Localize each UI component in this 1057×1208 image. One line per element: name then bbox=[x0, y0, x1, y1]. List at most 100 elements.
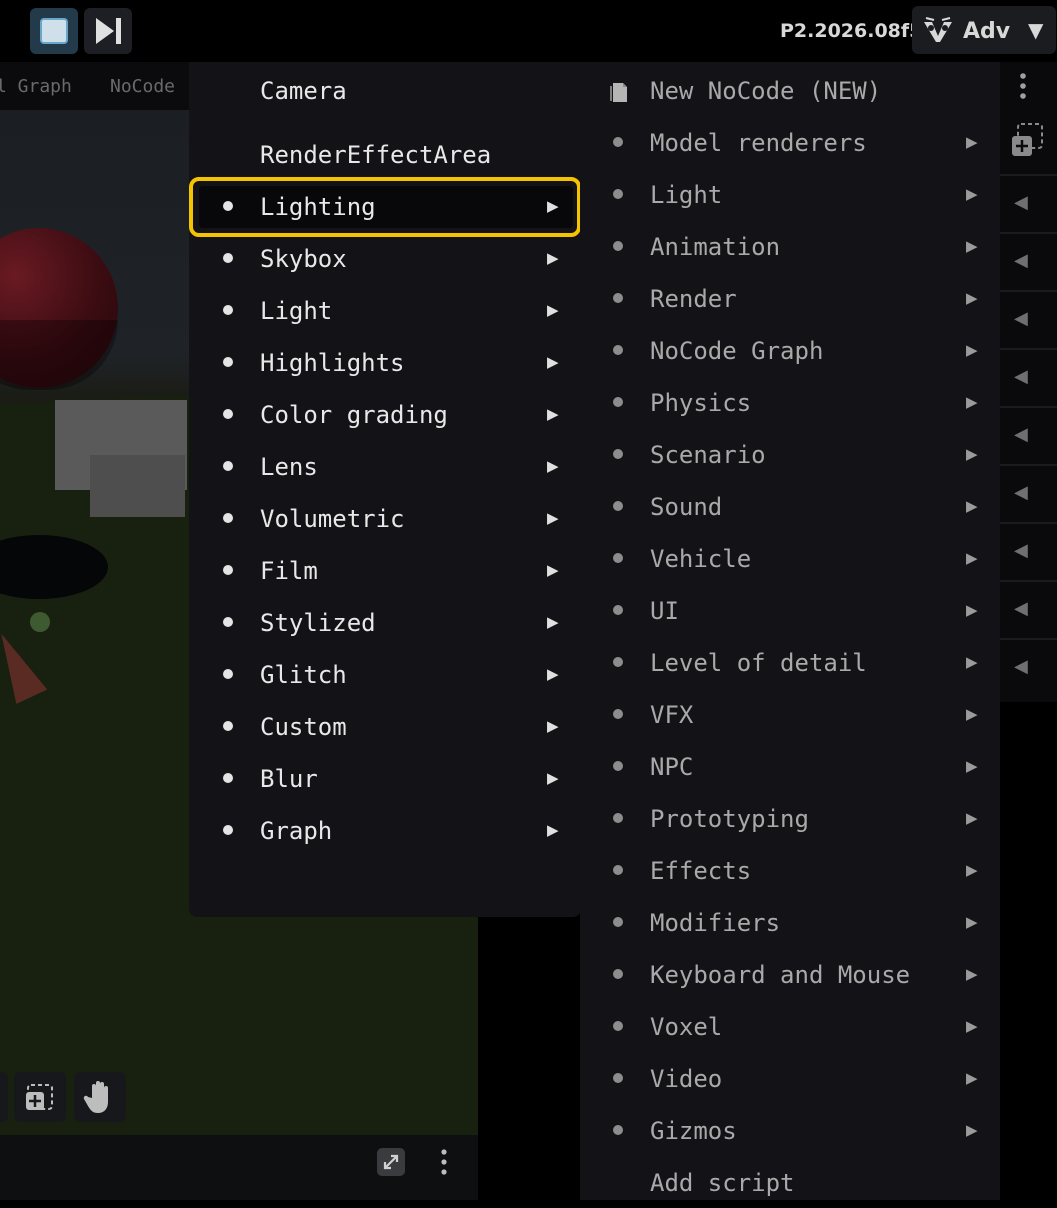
chevron-left-icon: ◀ bbox=[1014, 482, 1028, 503]
submenu-item-effects[interactable]: Effects ▶ bbox=[580, 844, 1000, 896]
menu-item-label: Volumetric bbox=[260, 505, 405, 533]
expand-icon[interactable] bbox=[376, 1147, 406, 1177]
menu-item-label: Scenario bbox=[650, 441, 766, 469]
menu-item-film[interactable]: Film ▶ bbox=[189, 544, 581, 596]
chevron-left-icon: ◀ bbox=[1014, 424, 1028, 445]
collapse-panel-button[interactable]: ◀ bbox=[1000, 348, 1057, 404]
menu-item-lens[interactable]: Lens ▶ bbox=[189, 440, 581, 492]
menu-item-label: Animation bbox=[650, 233, 781, 261]
profile-name: Adv bbox=[963, 19, 1011, 44]
submenu-arrow-icon: ▶ bbox=[966, 757, 978, 775]
menu-item-color-grading[interactable]: Color grading ▶ bbox=[189, 388, 581, 440]
stop-button[interactable] bbox=[30, 8, 78, 54]
submenu-item-physics[interactable]: Physics ▶ bbox=[580, 376, 1000, 428]
bullet-icon bbox=[223, 305, 233, 315]
version-label: P2.2026.08f5 bbox=[780, 20, 923, 42]
collapse-panel-button[interactable]: ◀ bbox=[1000, 174, 1057, 230]
submenu-item-keyboard-and-mouse[interactable]: Keyboard and Mouse ▶ bbox=[580, 948, 1000, 1000]
submenu-item-gizmos[interactable]: Gizmos ▶ bbox=[580, 1104, 1000, 1156]
collapse-panel-button[interactable]: ◀ bbox=[1000, 290, 1057, 346]
submenu-arrow-icon: ▶ bbox=[547, 821, 559, 839]
submenu-item-sound[interactable]: Sound ▶ bbox=[580, 480, 1000, 532]
bullet-icon bbox=[613, 1125, 623, 1135]
submenu-item-ui[interactable]: UI ▶ bbox=[580, 584, 1000, 636]
menu-item-label: Lighting bbox=[260, 193, 376, 221]
submenu-item-vfx[interactable]: VFX ▶ bbox=[580, 688, 1000, 740]
menu-item-new-nocode[interactable]: New NoCode (NEW) bbox=[580, 64, 1000, 116]
menu-item-custom[interactable]: Custom ▶ bbox=[189, 700, 581, 752]
add-component-icon[interactable] bbox=[1006, 122, 1046, 160]
submenu-arrow-icon: ▶ bbox=[966, 1017, 978, 1035]
menu-item-highlights[interactable]: Highlights ▶ bbox=[189, 336, 581, 388]
scene-box-small bbox=[90, 455, 185, 517]
submenu-arrow-icon: ▶ bbox=[547, 769, 559, 787]
profile-dropdown[interactable]: Adv ▼ bbox=[912, 6, 1056, 54]
bullet-icon bbox=[613, 397, 623, 407]
add-object-button[interactable] bbox=[14, 1072, 66, 1122]
submenu-arrow-icon: ▶ bbox=[547, 561, 559, 579]
scene-bottom-bar bbox=[0, 1135, 478, 1200]
menu-item-graph[interactable]: Graph ▶ bbox=[189, 804, 581, 856]
submenu-item-vehicle[interactable]: Vehicle ▶ bbox=[580, 532, 1000, 584]
bullet-icon bbox=[223, 825, 233, 835]
chevron-left-icon: ◀ bbox=[1014, 366, 1028, 387]
collapse-panel-button[interactable]: ◀ bbox=[1000, 464, 1057, 520]
menu-item-camera[interactable]: Camera bbox=[189, 64, 581, 116]
menu-item-stylized[interactable]: Stylized ▶ bbox=[189, 596, 581, 648]
submenu-arrow-icon: ▶ bbox=[966, 965, 978, 983]
submenu-item-prototyping[interactable]: Prototyping ▶ bbox=[580, 792, 1000, 844]
submenu-item-video[interactable]: Video ▶ bbox=[580, 1052, 1000, 1104]
bullet-icon bbox=[613, 449, 623, 459]
menu-item-skybox[interactable]: Skybox ▶ bbox=[189, 232, 581, 284]
submenu-item-nocode-graph[interactable]: NoCode Graph ▶ bbox=[580, 324, 1000, 376]
collapse-panel-button[interactable]: ◀ bbox=[1000, 638, 1057, 694]
tab-graph[interactable]: l Graph bbox=[0, 76, 72, 97]
chevron-left-icon: ◀ bbox=[1014, 308, 1028, 329]
menu-item-light[interactable]: Light ▶ bbox=[189, 284, 581, 336]
submenu-arrow-icon: ▶ bbox=[966, 861, 978, 879]
collapse-panel-button[interactable]: ◀ bbox=[1000, 406, 1057, 462]
bullet-icon bbox=[613, 345, 623, 355]
tab-nocode[interactable]: NoCode bbox=[110, 76, 175, 97]
submenu-item-npc[interactable]: NPC ▶ bbox=[580, 740, 1000, 792]
menu-item-label: Sound bbox=[650, 493, 723, 521]
submenu-item-light[interactable]: Light ▶ bbox=[580, 168, 1000, 220]
menu-item-label: Blur bbox=[260, 765, 318, 793]
chevron-left-icon: ◀ bbox=[1014, 540, 1028, 561]
menu-item-blur[interactable]: Blur ▶ bbox=[189, 752, 581, 804]
collapse-panel-button[interactable]: ◀ bbox=[1000, 580, 1057, 636]
submenu-item-animation[interactable]: Animation ▶ bbox=[580, 220, 1000, 272]
menu-item-volumetric[interactable]: Volumetric ▶ bbox=[189, 492, 581, 544]
step-forward-icon bbox=[96, 18, 121, 44]
menu-item-glitch[interactable]: Glitch ▶ bbox=[189, 648, 581, 700]
bullet-icon bbox=[613, 137, 623, 147]
collapse-panel-button[interactable]: ◀ bbox=[1000, 232, 1057, 288]
bullet-icon bbox=[613, 761, 623, 771]
submenu-item-render[interactable]: Render ▶ bbox=[580, 272, 1000, 324]
submenu-arrow-icon: ▶ bbox=[966, 653, 978, 671]
hand-tool-button[interactable] bbox=[74, 1072, 126, 1122]
more-options-icon[interactable] bbox=[436, 1147, 452, 1177]
menu-item-label: Highlights bbox=[260, 349, 405, 377]
submenu-item-model-renderers[interactable]: Model renderers ▶ bbox=[580, 116, 1000, 168]
menu-item-add-script[interactable]: Add script bbox=[580, 1156, 1000, 1208]
menu-item-label: Voxel bbox=[650, 1013, 723, 1041]
step-forward-button[interactable] bbox=[84, 8, 132, 54]
menu-item-lighting[interactable]: Lighting ▶ bbox=[189, 180, 581, 232]
submenu-item-scenario[interactable]: Scenario ▶ bbox=[580, 428, 1000, 480]
chevron-left-icon: ◀ bbox=[1014, 250, 1028, 271]
bullet-icon bbox=[613, 1021, 623, 1031]
menu-item-label: Model renderers bbox=[650, 129, 867, 157]
scene-tool-left[interactable] bbox=[0, 1072, 8, 1122]
bullet-icon bbox=[613, 1073, 623, 1083]
side-more-icon[interactable] bbox=[1014, 70, 1032, 102]
menu-item-label: Gizmos bbox=[650, 1117, 737, 1145]
submenu-item-level-of-detail[interactable]: Level of detail ▶ bbox=[580, 636, 1000, 688]
submenu-arrow-icon: ▶ bbox=[966, 601, 978, 619]
bullet-icon bbox=[223, 513, 233, 523]
submenu-item-modifiers[interactable]: Modifiers ▶ bbox=[580, 896, 1000, 948]
collapse-panel-button[interactable]: ◀ bbox=[1000, 522, 1057, 578]
menu-item-rendereffectarea[interactable]: RenderEffectArea bbox=[189, 128, 581, 180]
submenu-arrow-icon: ▶ bbox=[547, 301, 559, 319]
submenu-item-voxel[interactable]: Voxel ▶ bbox=[580, 1000, 1000, 1052]
